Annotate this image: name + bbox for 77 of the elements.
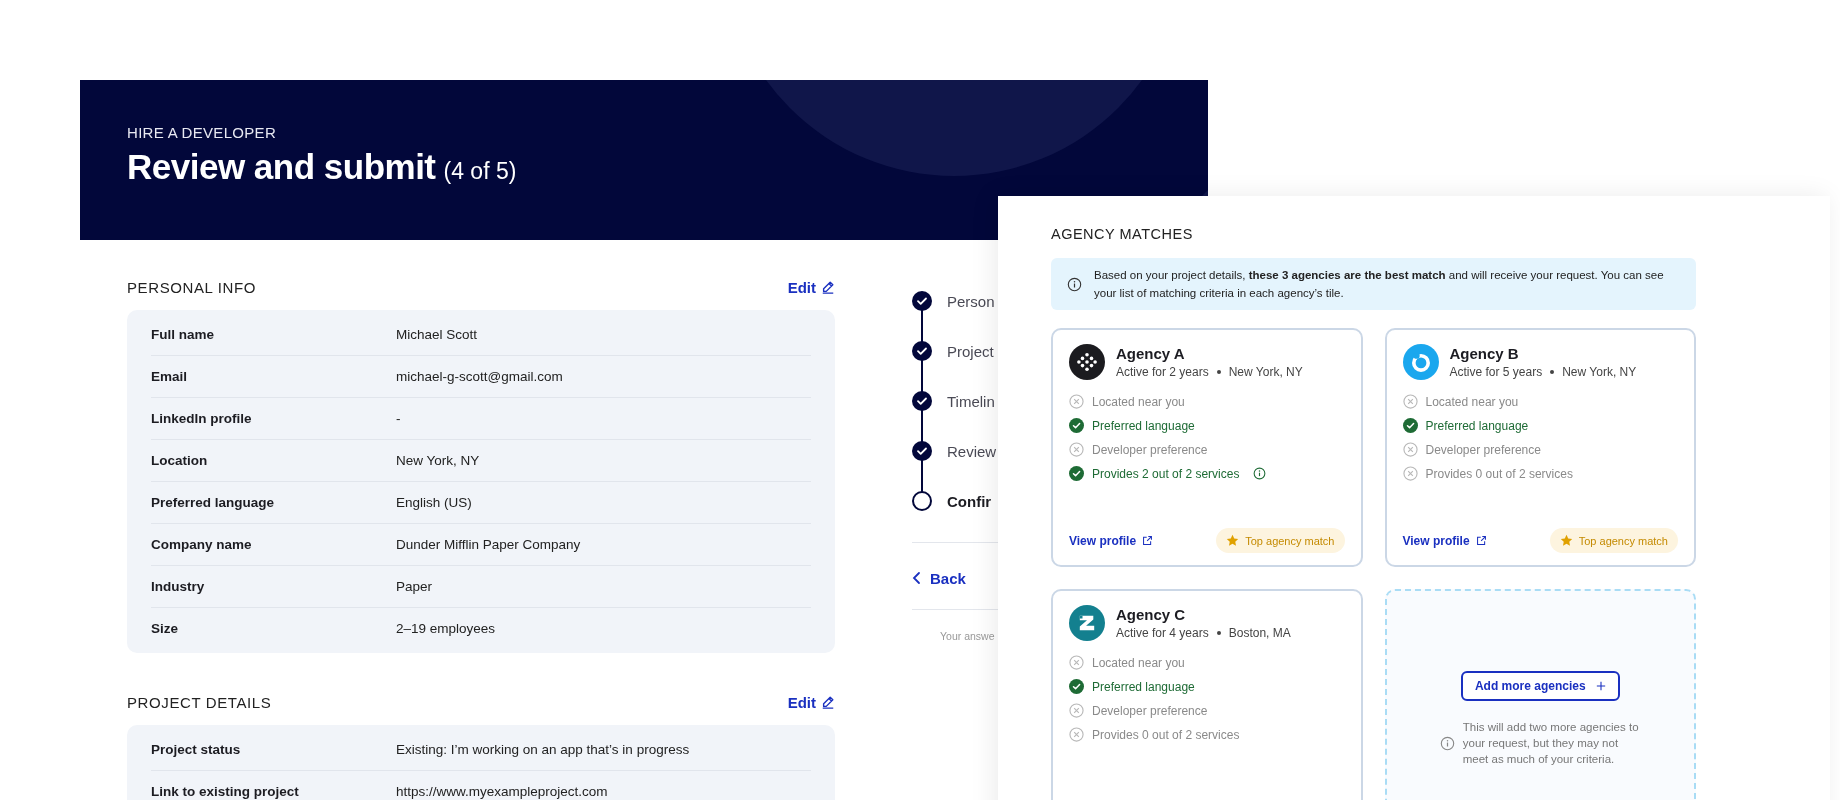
view-profile-link[interactable]: View profile	[1069, 533, 1154, 548]
field-value: Michael Scott	[396, 327, 478, 342]
step-counter: (4 of 5)	[443, 158, 517, 185]
plus-icon	[1595, 681, 1606, 691]
field-label: Industry	[151, 579, 206, 594]
agency-tenure: Active for 5 years	[1449, 365, 1543, 379]
header-eyebrow: HIRE A DEVELOPER	[127, 124, 278, 141]
field-label: Company name	[151, 537, 253, 552]
field-label: Link to existing project	[151, 784, 300, 799]
field-value: https://www.myexampleproject.com	[396, 784, 608, 799]
pencil-icon	[821, 280, 835, 294]
field-value: Existing: I’m working on an app that’s in progress	[396, 742, 690, 757]
criterion-text: Preferred language	[1092, 679, 1195, 694]
back-link[interactable]: Back	[912, 543, 992, 609]
badge-text: Top agency match	[1578, 534, 1668, 547]
info-text: Based on your project details, these 3 agencies are the best match and will receive your request. You can see your list of matching criteria in each agency’s tile.	[1094, 268, 1665, 301]
criterion-text: Provides 2 out of 2 services	[1092, 466, 1240, 481]
footnote: Your answe	[940, 630, 995, 642]
criterion-text: Provides 0 out of 2 services	[1425, 466, 1573, 481]
pencil-icon	[821, 695, 835, 709]
field-value: Dunder Mifflin Paper Company	[396, 537, 581, 552]
agency-name: Agency B	[1449, 345, 1520, 362]
step-label[interactable]: Person	[947, 292, 995, 310]
agency-location: Boston, MA	[1228, 626, 1291, 640]
field-value: michael-g-scott@gmail.com	[396, 369, 563, 384]
field-label: Location	[151, 453, 209, 468]
agency-name: Agency A	[1116, 345, 1186, 362]
criterion-text: Developer preference	[1425, 442, 1541, 457]
agency-location: New York, NY	[1228, 365, 1303, 379]
external-link-icon	[1142, 535, 1154, 546]
chevron-left-icon	[912, 571, 922, 585]
field-label: Size	[151, 621, 179, 636]
section-title: PERSONAL INFO	[127, 278, 256, 296]
criterion-text: Preferred language	[1092, 418, 1195, 433]
external-link-icon	[1475, 535, 1487, 546]
criterion-text: Provides 0 out of 2 services	[1092, 727, 1240, 742]
field-value: English (US)	[396, 495, 472, 510]
add-agencies-note: This will add two more agencies to your request, but they may not meet as much of your criteria.	[1462, 720, 1640, 767]
agency-name: Agency C	[1116, 606, 1187, 623]
step-label[interactable]: Timelin	[947, 392, 995, 410]
agency-tenure: Active for 2 years	[1116, 365, 1209, 379]
agency-tenure: Active for 4 years	[1116, 626, 1209, 640]
edit-link[interactable]: Edit	[787, 278, 835, 296]
criterion-text: Developer preference	[1092, 703, 1208, 718]
badge-text: Top agency match	[1245, 534, 1335, 547]
field-value: -	[396, 411, 401, 426]
field-label: Email	[151, 369, 189, 384]
field-value: Paper	[396, 579, 433, 594]
bullet-icon	[1216, 631, 1221, 635]
edit-link[interactable]: Edit	[787, 693, 835, 711]
star-icon	[1226, 534, 1240, 547]
criterion-text: Located near you	[1092, 394, 1185, 409]
step-label[interactable]: Review	[947, 442, 997, 460]
info-icon	[1067, 276, 1082, 292]
field-label: Preferred language	[151, 495, 276, 510]
criterion-text: Preferred language	[1425, 418, 1529, 433]
page-title: Review and submit	[127, 147, 436, 187]
criterion-text: Located near you	[1092, 655, 1185, 670]
step-label[interactable]: Project	[947, 342, 994, 360]
bullet-icon	[1216, 370, 1221, 374]
bullet-icon	[1550, 370, 1555, 374]
field-label: Project status	[151, 742, 242, 757]
criterion-text: Developer preference	[1092, 442, 1208, 457]
field-value: New York, NY	[396, 453, 480, 468]
star-icon	[1559, 534, 1573, 547]
field-label: Full name	[151, 327, 215, 342]
criterion-text: Located near you	[1425, 394, 1519, 409]
step-label[interactable]: Confir	[947, 492, 992, 510]
info-icon[interactable]	[1253, 467, 1267, 480]
view-profile-link[interactable]: View profile	[1402, 533, 1487, 548]
add-agencies-button[interactable]: Add more agencies	[1460, 671, 1620, 701]
info-icon	[1439, 735, 1455, 751]
field-value: 2–19 employees	[396, 621, 496, 636]
section-title: PROJECT DETAILS	[127, 693, 272, 711]
agency-location: New York, NY	[1562, 365, 1637, 379]
field-label: LinkedIn profile	[151, 411, 253, 426]
panel-title: AGENCY MATCHES	[1051, 226, 1194, 242]
